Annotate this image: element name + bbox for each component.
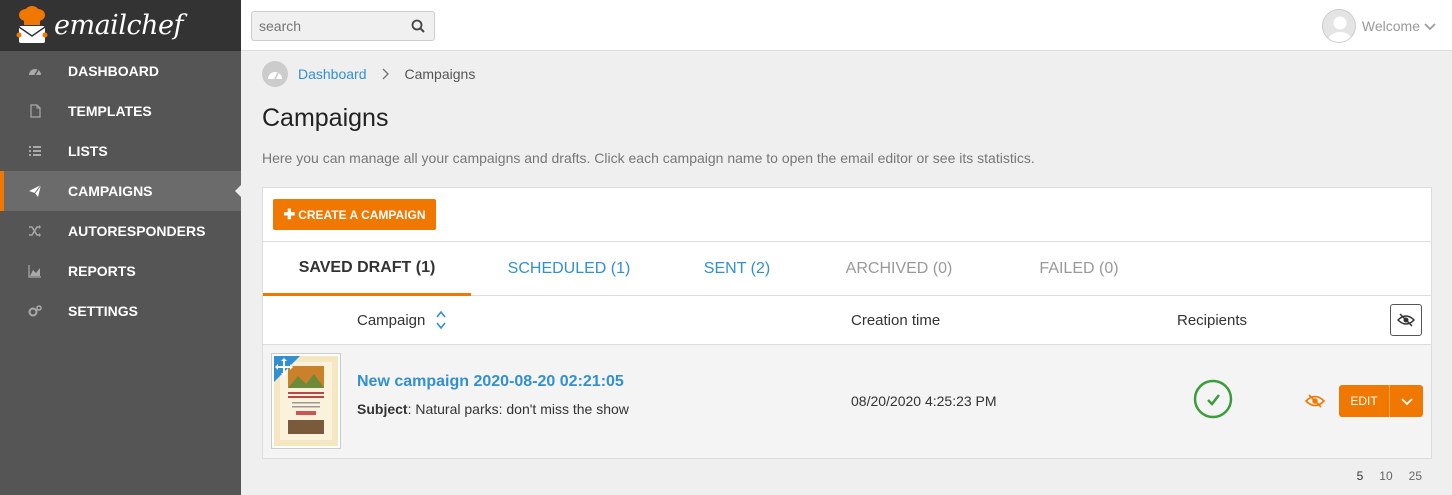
page-description: Here you can manage all your campaigns a…	[262, 150, 1035, 166]
welcome-label: Welcome	[1361, 18, 1420, 34]
column-recipients: Recipients	[1177, 312, 1248, 329]
create-campaign-label: CREATE A CAMPAIGN	[298, 207, 426, 222]
table-row: New campaign 2020-08-20 02:21:05 Subject…	[263, 345, 1431, 458]
sidebar-item-campaigns[interactable]: CAMPAIGNS	[0, 171, 241, 211]
tab-failed[interactable]: FAILED (0)	[991, 242, 1167, 296]
campaign-preview-graphic	[274, 356, 332, 440]
breadcrumb-home-badge[interactable]	[262, 61, 288, 87]
sidebar-item-label: REPORTS	[68, 263, 136, 279]
sidebar-item-label: CAMPAIGNS	[68, 183, 153, 199]
sidebar-item-label: SETTINGS	[68, 303, 139, 319]
logo[interactable]: emailchef	[0, 0, 241, 51]
gears-icon	[28, 305, 42, 317]
sidebar-item-settings[interactable]: SETTINGS	[0, 291, 241, 331]
area-chart-icon	[28, 265, 41, 278]
campaign-tabs: SAVED DRAFT (1) SCHEDULED (1) SENT (2) A…	[263, 241, 1431, 296]
campaign-name-link[interactable]: New campaign 2020-08-20 02:21:05	[357, 373, 624, 391]
campaign-preview-image	[274, 356, 338, 446]
column-creation-time: Creation time	[851, 312, 941, 329]
edit-button-group: EDIT	[1339, 385, 1423, 417]
chevron-right-icon	[382, 68, 389, 80]
sidebar-item-lists[interactable]: LISTS	[0, 131, 241, 171]
search-input[interactable]	[252, 12, 402, 40]
column-campaign[interactable]: Campaign	[357, 312, 425, 329]
subject-value: : Natural parks: don't miss the show	[407, 401, 629, 417]
eye-slash-icon	[1397, 313, 1415, 327]
sidebar-item-label: DASHBOARD	[68, 63, 159, 79]
breadcrumb-current: Campaigns	[404, 66, 476, 82]
breadcrumb-dashboard-link[interactable]: Dashboard	[298, 66, 367, 82]
chevron-down-icon	[1400, 398, 1413, 406]
top-bar: Welcome	[241, 0, 1452, 51]
dashboard-icon	[268, 72, 282, 80]
search-icon[interactable]	[411, 19, 425, 33]
sidebar-item-label: TEMPLATES	[68, 103, 152, 119]
tab-saved-draft[interactable]: SAVED DRAFT (1)	[263, 242, 471, 296]
search-box	[251, 11, 435, 41]
tab-archived[interactable]: ARCHIVED (0)	[807, 242, 991, 296]
page-size-5[interactable]: 5	[1357, 469, 1364, 483]
logo-text: emailchef	[54, 10, 183, 41]
sidebar-item-dashboard[interactable]: DASHBOARD	[0, 51, 241, 91]
tab-sent[interactable]: SENT (2)	[667, 242, 807, 296]
sidebar-item-autoresponders[interactable]: AUTORESPONDERS	[0, 211, 241, 251]
sidebar-item-templates[interactable]: TEMPLATES	[0, 91, 241, 131]
page-title: Campaigns	[262, 104, 389, 132]
campaigns-panel: ✚ CREATE A CAMPAIGN SAVED DRAFT (1) SCHE…	[262, 187, 1432, 459]
table-header: Campaign Creation time Recipients	[263, 296, 1431, 345]
subject-label: Subject	[357, 401, 408, 417]
paper-plane-icon	[29, 184, 42, 197]
user-menu[interactable]: Welcome	[1321, 9, 1436, 43]
chef-envelope-logo-icon	[16, 5, 48, 43]
sidebar-item-label: LISTS	[68, 143, 108, 159]
tab-scheduled[interactable]: SCHEDULED (1)	[471, 242, 667, 296]
creation-time-value: 08/20/2020 4:25:23 PM	[851, 393, 997, 409]
campaign-thumbnail[interactable]	[271, 353, 341, 449]
create-campaign-button[interactable]: ✚ CREATE A CAMPAIGN	[273, 199, 436, 230]
eye-slash-icon[interactable]	[1305, 393, 1325, 409]
sort-icon[interactable]	[435, 309, 447, 331]
page-size-10[interactable]: 10	[1379, 469, 1392, 483]
plus-icon: ✚	[283, 206, 296, 222]
shuffle-icon	[29, 225, 41, 237]
sidebar-item-reports[interactable]: REPORTS	[0, 251, 241, 291]
campaign-subject: Subject: Natural parks: don't miss the s…	[357, 401, 629, 417]
dashboard-icon	[29, 69, 41, 76]
sidebar-item-label: AUTORESPONDERS	[68, 223, 206, 239]
page-size-25[interactable]: 25	[1409, 469, 1422, 483]
breadcrumb: Dashboard Campaigns	[262, 61, 475, 87]
check-circle-icon	[1193, 379, 1233, 419]
column-visibility-button[interactable]	[1390, 304, 1422, 336]
avatar[interactable]	[1321, 9, 1356, 43]
user-avatar-icon	[1327, 16, 1352, 42]
sidebar: emailchef DASHBOARD TEMPLATES LISTS CAMP…	[0, 0, 241, 495]
list-icon	[29, 146, 41, 156]
edit-dropdown-button[interactable]	[1389, 385, 1423, 417]
file-icon	[30, 104, 41, 118]
page-size-selector: 5 10 25	[1341, 469, 1422, 483]
edit-button[interactable]: EDIT	[1339, 385, 1389, 417]
chevron-down-icon	[1424, 23, 1436, 31]
